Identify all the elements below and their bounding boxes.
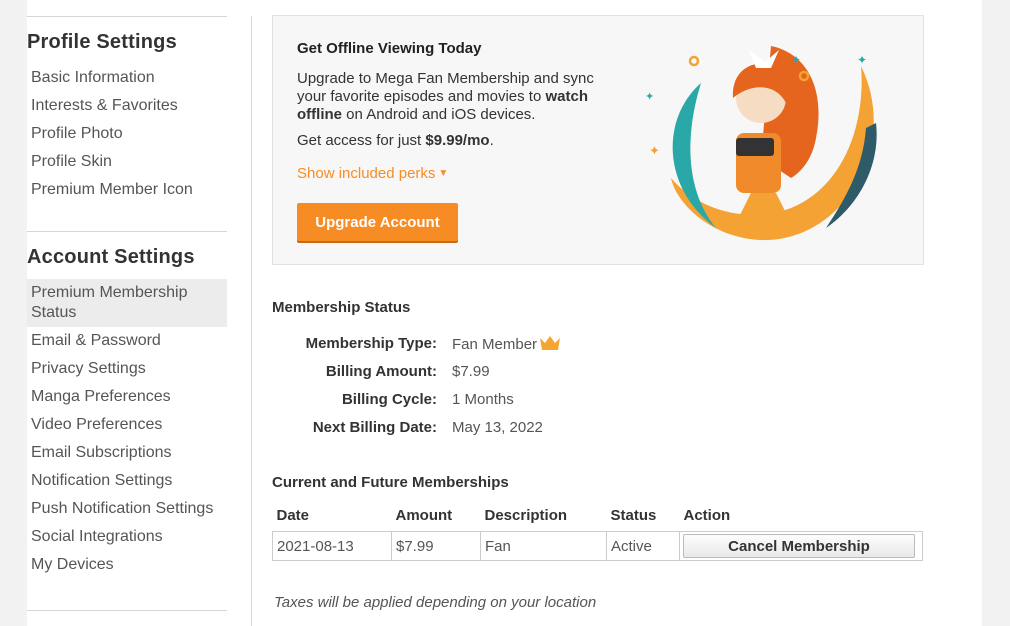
column-header-status: Status (610, 506, 657, 524)
sidebar-item-manga-preferences[interactable]: Manga Preferences (27, 383, 227, 411)
promo-description: Upgrade to Mega Fan Membership and sync … (297, 70, 627, 124)
cell-status: Active (606, 531, 680, 561)
membership-type-value: Fan Member (452, 335, 561, 353)
sidebar-item-email-password[interactable]: Email & Password (27, 327, 227, 355)
svg-text:✦: ✦ (857, 53, 867, 67)
sidebar-item-social-integrations[interactable]: Social Integrations (27, 523, 227, 551)
svg-text:✦: ✦ (645, 91, 654, 103)
cell-description: Fan (480, 531, 607, 561)
field-label: Next Billing Date: (312, 419, 437, 436)
sidebar-item-interests-favorites[interactable]: Interests & Favorites (27, 92, 227, 120)
show-perks-link[interactable]: Show included perks ▼ (297, 165, 448, 182)
memberships-table: Date Amount Description Status Action 20… (272, 504, 923, 561)
price-text: . (489, 132, 494, 149)
svg-text:✦: ✦ (649, 143, 660, 158)
column-divider (251, 16, 252, 626)
cancel-membership-button[interactable]: Cancel Membership (683, 534, 915, 558)
field-label: Billing Cycle: (341, 391, 437, 408)
perks-label: Show included perks (297, 165, 436, 182)
price-text: Get access for just (297, 132, 426, 149)
table-header-row: Date Amount Description Status Action (273, 504, 923, 532)
column-header-description: Description (484, 506, 568, 524)
upgrade-account-button[interactable]: Upgrade Account (297, 203, 458, 241)
column-header-action: Action (683, 506, 731, 524)
field-value: May 13, 2022 (452, 419, 543, 436)
sidebar-item-premium-member-icon[interactable]: Premium Member Icon (27, 176, 227, 204)
tax-note: Taxes will be applied depending on your … (274, 594, 597, 611)
membership-type-row: Membership Type: Fan Member (272, 335, 672, 363)
mascot-illustration: ✦ ✦ ✦ ✦ (645, 46, 877, 241)
sidebar-item-email-subscriptions[interactable]: Email Subscriptions (27, 439, 227, 467)
divider (27, 16, 227, 17)
field-label: Membership Type: (305, 335, 437, 352)
price-amount: $9.99/mo (425, 132, 490, 149)
membership-status-heading: Membership Status (272, 299, 411, 316)
memberships-table-heading: Current and Future Memberships (272, 474, 509, 491)
caret-down-icon: ▼ (438, 168, 449, 179)
promo-price-line: Get access for just $9.99/mo. (297, 132, 494, 149)
profile-settings-list: Basic Information Interests & Favorites … (27, 64, 227, 204)
settings-sidebar: Profile Settings Basic Information Inter… (27, 16, 227, 611)
account-settings-list: Premium Membership Status Email & Passwo… (27, 279, 227, 579)
sidebar-item-profile-photo[interactable]: Profile Photo (27, 120, 227, 148)
column-header-date: Date (276, 506, 310, 524)
svg-text:✦: ✦ (791, 53, 801, 67)
next-billing-date-row: Next Billing Date: May 13, 2022 (272, 419, 672, 447)
field-value: Fan Member (452, 336, 538, 353)
promo-text: on Android and iOS devices. (342, 106, 536, 123)
promo-title: Get Offline Viewing Today (297, 40, 482, 57)
sidebar-item-premium-membership-status[interactable]: Premium Membership Status (27, 279, 227, 327)
sidebar-item-privacy-settings[interactable]: Privacy Settings (27, 355, 227, 383)
cell-amount: $7.99 (391, 531, 481, 561)
sidebar-item-video-preferences[interactable]: Video Preferences (27, 411, 227, 439)
divider (27, 610, 227, 611)
crown-icon (540, 336, 561, 350)
table-row: 2021-08-13 $7.99 Fan Active Cancel Membe… (272, 531, 923, 561)
field-value: 1 Months (452, 391, 514, 408)
billing-amount-row: Billing Amount: $7.99 (272, 363, 672, 391)
cell-date: 2021-08-13 (272, 531, 392, 561)
profile-settings-heading: Profile Settings (27, 31, 177, 53)
account-settings-heading: Account Settings (27, 246, 195, 268)
membership-details: Membership Type: Fan Member Billing Amou… (272, 335, 672, 447)
sidebar-item-push-notification-settings[interactable]: Push Notification Settings (27, 495, 227, 523)
billing-cycle-row: Billing Cycle: 1 Months (272, 391, 672, 419)
sidebar-item-notification-settings[interactable]: Notification Settings (27, 467, 227, 495)
sidebar-item-my-devices[interactable]: My Devices (27, 551, 227, 579)
sidebar-item-basic-information[interactable]: Basic Information (27, 64, 227, 92)
cell-action: Cancel Membership (679, 531, 923, 561)
offline-viewing-promo: Get Offline Viewing Today Upgrade to Meg… (272, 15, 924, 265)
column-header-amount: Amount (395, 506, 453, 524)
field-label: Billing Amount: (325, 363, 437, 380)
sidebar-item-profile-skin[interactable]: Profile Skin (27, 148, 227, 176)
field-value: $7.99 (452, 363, 490, 380)
divider (27, 231, 227, 232)
